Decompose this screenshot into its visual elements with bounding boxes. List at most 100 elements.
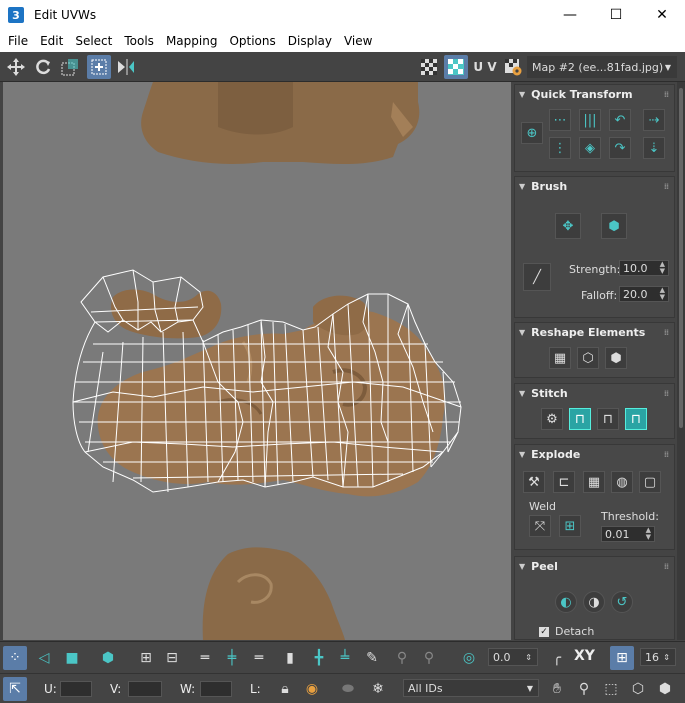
uv-editor-viewport[interactable] xyxy=(3,82,511,640)
stitch-custom-icon[interactable]: ⚙ xyxy=(541,408,563,430)
enlarge-brush-icon[interactable]: ⚲ xyxy=(390,646,414,670)
stitch-to-target-icon[interactable]: ⊓ xyxy=(625,408,647,430)
cube-icon[interactable]: ⬢ xyxy=(605,347,627,369)
zoom-extents-selected-icon[interactable]: ⬢ xyxy=(653,677,677,701)
flatten-by-material-icon[interactable]: ◍ xyxy=(611,471,633,493)
rollout-header-brush[interactable]: ▼ Brush ⁞⁞ xyxy=(515,177,674,195)
map-select-dropdown[interactable]: Map #2 (ee...81fad.jpg) ▼ xyxy=(527,56,677,78)
menu-file[interactable]: File xyxy=(2,30,34,52)
zoom-extents-icon[interactable]: ⬡ xyxy=(626,677,650,701)
vertex-select-icon[interactable]: ⁘ xyxy=(3,646,27,670)
align-to-pivot-icon[interactable]: ⊕ xyxy=(521,122,543,144)
space-horizontal-icon[interactable]: ||| xyxy=(579,109,601,131)
menu-edit[interactable]: Edit xyxy=(34,30,69,52)
lock-icon[interactable]: 🔒︎ xyxy=(273,677,297,701)
menu-options[interactable]: Options xyxy=(223,30,281,52)
relax-element-icon[interactable]: ⬡ xyxy=(577,347,599,369)
absolute-offset-icon[interactable]: ⇱ xyxy=(3,677,27,701)
polygon-select-icon[interactable]: ■ xyxy=(60,646,84,670)
straighten-icon[interactable]: ▦ xyxy=(549,347,571,369)
element-select-icon[interactable]: ⬢ xyxy=(96,646,120,670)
u-coordinate-field[interactable] xyxy=(60,681,92,697)
rotate-ccw-icon[interactable]: ↶ xyxy=(609,109,631,131)
rotate-cw-icon[interactable]: ↷ xyxy=(609,137,631,159)
quick-peel-icon[interactable]: ◐ xyxy=(555,591,577,613)
menu-tools[interactable]: Tools xyxy=(118,30,160,52)
falloff-spinner[interactable]: 20.0 ▲ ▼ xyxy=(619,286,669,302)
show-hidden-icon[interactable]: ◉ xyxy=(300,677,324,701)
menu-view[interactable]: View xyxy=(338,30,378,52)
weld-target-icon[interactable]: ⊞ xyxy=(559,515,581,537)
hide-icon[interactable]: ⬬ xyxy=(336,677,360,701)
grow-selection-icon[interactable]: ⊞ xyxy=(134,646,158,670)
ignore-backface-icon[interactable]: ╧ xyxy=(333,646,357,670)
scale-icon[interactable] xyxy=(58,55,82,79)
grid-snap-icon[interactable]: ⊞ xyxy=(610,646,634,670)
drag-grip-icon[interactable]: ⁞⁞ xyxy=(664,450,669,459)
reset-peel-icon[interactable]: ↺ xyxy=(611,591,633,613)
pan-hand-icon[interactable]: ✋︎ xyxy=(545,677,569,701)
select-by-element-icon[interactable]: ╋ xyxy=(307,646,331,670)
paint-select-icon[interactable]: ✎ xyxy=(360,646,384,670)
flatten-by-polygon-icon[interactable]: ▢ xyxy=(639,471,661,493)
ring-icon[interactable]: ╪ xyxy=(220,646,244,670)
detach-edge-icon[interactable]: ⊏ xyxy=(553,471,575,493)
rollout-header-reshape-elements[interactable]: ▼ Reshape Elements ⁞⁞ xyxy=(515,323,674,341)
mirror-icon[interactable] xyxy=(114,55,138,79)
freeze-icon[interactable]: ❄ xyxy=(366,677,390,701)
texture-settings-icon[interactable] xyxy=(501,55,525,79)
drag-grip-icon[interactable]: ⁞⁞ xyxy=(664,562,669,571)
freeform-mode-icon[interactable] xyxy=(87,55,111,79)
soft-selection-icon[interactable]: ◎ xyxy=(457,646,481,670)
stitch-average-icon[interactable]: ⊓ xyxy=(597,408,619,430)
peel-mode-icon[interactable]: ◑ xyxy=(583,591,605,613)
rollout-header-quick-transform[interactable]: ▼ Quick Transform ⁞⁞ xyxy=(515,85,674,103)
drag-grip-icon[interactable]: ⁞⁞ xyxy=(664,90,669,99)
menu-select[interactable]: Select xyxy=(69,30,118,52)
weld-selected-icon[interactable]: ⤧ xyxy=(529,515,551,537)
show-map-icon[interactable] xyxy=(444,55,468,79)
drag-grip-icon[interactable]: ⁞⁞ xyxy=(664,182,669,191)
detach-checkbox[interactable]: ✓ xyxy=(539,627,549,637)
close-button[interactable]: ✕ xyxy=(639,0,685,30)
stitch-to-source-icon[interactable]: ⊓ xyxy=(569,408,591,430)
rollout-header-stitch[interactable]: ▼ Stitch ⁞⁞ xyxy=(515,384,674,402)
edge-select-icon[interactable]: ◁ xyxy=(32,646,56,670)
shrink-brush-icon[interactable]: ⚲ xyxy=(417,646,441,670)
drag-grip-icon[interactable]: ⁞⁞ xyxy=(664,328,669,337)
move-icon[interactable] xyxy=(4,55,28,79)
edge-loop-icon[interactable]: ═ xyxy=(247,646,271,670)
strength-spinner[interactable]: 10.0 ▲ ▼ xyxy=(619,260,669,276)
menu-display[interactable]: Display xyxy=(282,30,338,52)
falloff-curve-icon[interactable]: ╭ xyxy=(545,646,569,670)
shrink-selection-icon[interactable]: ⊟ xyxy=(160,646,184,670)
uv-axis-toggle[interactable]: U V xyxy=(472,55,498,79)
break-icon[interactable]: ⚒ xyxy=(523,471,545,493)
threshold-spinner[interactable]: 0.01 ▲ ▼ xyxy=(601,526,655,542)
flip-vertical-icon[interactable]: ⇣ xyxy=(643,137,665,159)
loop-icon[interactable]: ═ xyxy=(193,646,217,670)
align-vertical-icon[interactable]: ⋮ xyxy=(549,137,571,159)
flip-horizontal-icon[interactable]: ⇢ xyxy=(643,109,665,131)
checker-pattern-icon[interactable] xyxy=(417,55,441,79)
drag-grip-icon[interactable]: ⁞⁞ xyxy=(664,389,669,398)
zoom-region-icon[interactable]: ⬚ xyxy=(599,677,623,701)
panel-scrollbar-thumb[interactable] xyxy=(679,88,683,428)
rotation-angle-spinner[interactable]: 0.0 ⇕ xyxy=(488,648,538,666)
maximize-button[interactable]: ☐ xyxy=(593,0,639,30)
align-diamond-icon[interactable]: ◈ xyxy=(579,137,601,159)
menu-mapping[interactable]: Mapping xyxy=(160,30,224,52)
xy-axis-label[interactable]: XY xyxy=(574,648,595,664)
relax-brush-icon[interactable]: ⬢ xyxy=(601,213,627,239)
flatten-by-grid-icon[interactable]: ▦ xyxy=(583,471,605,493)
material-id-select[interactable]: All IDs ▼ xyxy=(403,679,539,697)
grid-size-spinner[interactable]: 16 ⇕ xyxy=(640,648,676,666)
align-horizontal-icon[interactable]: ⋯ xyxy=(549,109,571,131)
rollout-header-explode[interactable]: ▼ Explode ⁞⁞ xyxy=(515,445,674,463)
minimize-button[interactable]: — xyxy=(547,0,593,30)
rollout-header-peel[interactable]: ▼ Peel ⁞⁞ xyxy=(515,557,674,575)
rotate-icon[interactable] xyxy=(31,55,55,79)
brush-falloff-curve-icon[interactable]: ╱ xyxy=(523,263,551,291)
v-coordinate-field[interactable] xyxy=(128,681,162,697)
zoom-icon[interactable]: ⚲ xyxy=(572,677,596,701)
